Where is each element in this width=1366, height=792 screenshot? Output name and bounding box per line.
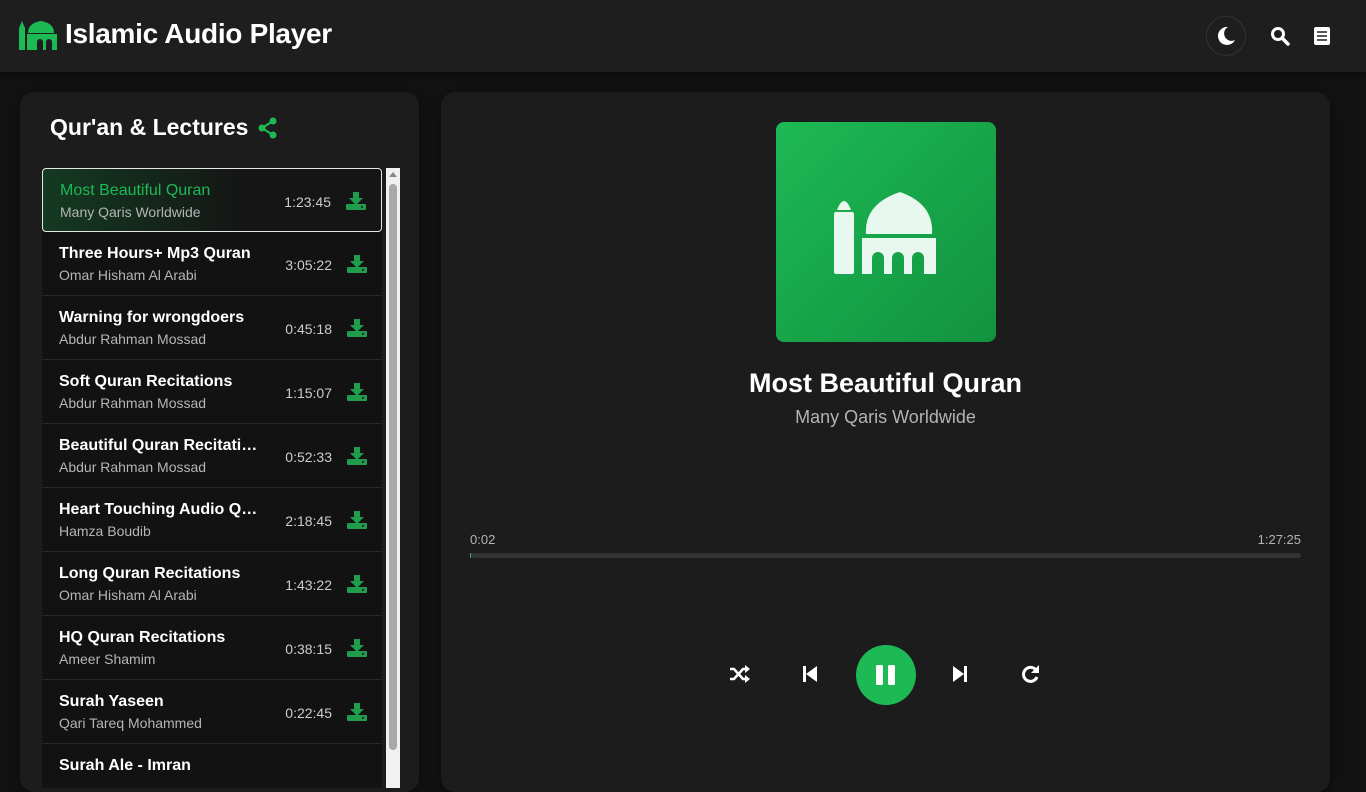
search-button[interactable] <box>1260 16 1300 56</box>
item-title: HQ Quran Recitations <box>59 629 226 646</box>
playlist-item[interactable]: Most Beautiful Quran Many Qaris Worldwid… <box>42 168 382 232</box>
item-duration: 0:22:45 <box>285 705 332 721</box>
redo-icon <box>1022 665 1039 683</box>
item-title: Heart Touching Audio Quran <box>59 501 264 518</box>
item-artist: Abdur Rahman Mossad <box>59 459 207 475</box>
item-artist: Ameer Shamim <box>59 651 156 667</box>
item-artist: Qari Tareq Mohammed <box>59 715 202 731</box>
download-icon[interactable] <box>347 447 367 465</box>
item-duration: 2:18:45 <box>285 513 332 529</box>
playlist-item[interactable]: Warning for wrongdoers Abdur Rahman Moss… <box>42 296 382 360</box>
playlist-item[interactable]: HQ Quran Recitations Ameer Shamim 0:38:1… <box>42 616 382 680</box>
playlist-header: Qur'an & Lectures <box>50 114 278 141</box>
download-icon[interactable] <box>347 255 367 273</box>
download-icon[interactable] <box>347 511 367 529</box>
item-duration: 1:23:45 <box>284 194 331 210</box>
download-icon[interactable] <box>347 575 367 593</box>
next-button[interactable] <box>940 654 980 694</box>
moon-icon <box>1217 26 1235 45</box>
pause-icon <box>876 665 895 685</box>
playlist-scrollbar[interactable] <box>386 168 400 788</box>
playlist-item[interactable]: Soft Quran Recitations Abdur Rahman Moss… <box>42 360 382 424</box>
mosque-icon <box>19 21 57 50</box>
album-art <box>776 122 996 342</box>
progress-bar[interactable] <box>470 553 1301 558</box>
share-icon[interactable] <box>258 117 278 139</box>
theme-toggle-button[interactable] <box>1206 16 1246 56</box>
playlist-list: Most Beautiful Quran Many Qaris Worldwid… <box>42 168 382 788</box>
download-icon[interactable] <box>347 383 367 401</box>
total-time: 1:27:25 <box>1257 532 1301 547</box>
current-time: 0:02 <box>470 532 496 547</box>
item-duration: 1:15:07 <box>285 385 332 401</box>
item-duration: 0:45:18 <box>285 321 332 337</box>
repeat-button[interactable] <box>1010 654 1050 694</box>
previous-button[interactable] <box>790 654 830 694</box>
item-title: Surah Yaseen <box>59 693 164 710</box>
app-title: Islamic Audio Player <box>65 18 332 49</box>
download-icon[interactable] <box>346 192 366 210</box>
item-duration: 3:05:22 <box>285 257 332 273</box>
item-title: Surah Ale - Imran <box>59 757 191 774</box>
search-icon <box>1271 27 1290 46</box>
playlist-menu-button[interactable] <box>1302 16 1342 56</box>
item-title: Warning for wrongdoers <box>59 309 245 326</box>
track-artist: Many Qaris Worldwide <box>795 407 976 427</box>
progress-fill <box>470 553 471 558</box>
item-duration: 0:52:33 <box>285 449 332 465</box>
item-title: Soft Quran Recitations <box>59 373 233 390</box>
shuffle-icon <box>730 665 750 683</box>
logo: Islamic Audio Player <box>19 18 332 50</box>
playlist-item[interactable]: Heart Touching Audio Quran Hamza Boudib … <box>42 488 382 552</box>
mosque-icon <box>834 192 936 274</box>
item-artist: Hamza Boudib <box>59 523 151 539</box>
playlist-item[interactable]: Surah Ale - Imran <box>42 744 382 788</box>
item-title: Three Hours+ Mp3 Quran <box>59 245 251 262</box>
item-artist: Omar Hisham Al Arabi <box>59 587 197 603</box>
item-title: Most Beautiful Quran <box>60 182 211 199</box>
player-panel: Most Beautiful Quran Many Qaris Worldwid… <box>441 92 1330 792</box>
playlist-title: Qur'an & Lectures <box>50 114 249 140</box>
shuffle-button[interactable] <box>720 654 760 694</box>
playlist-panel: Qur'an & Lectures Most Beautiful Quran M… <box>20 92 419 792</box>
app-header: Islamic Audio Player <box>0 0 1366 72</box>
playlist-item[interactable]: Three Hours+ Mp3 Quran Omar Hisham Al Ar… <box>42 232 382 296</box>
skip-forward-icon <box>953 666 967 682</box>
item-artist: Abdur Rahman Mossad <box>59 331 207 347</box>
item-title: Beautiful Quran Recitations <box>59 437 264 454</box>
playlist-item[interactable]: Surah Yaseen Qari Tareq Mohammed 0:22:45 <box>42 680 382 744</box>
download-icon[interactable] <box>347 319 367 337</box>
playlist-item[interactable]: Beautiful Quran Recitations Abdur Rahman… <box>42 424 382 488</box>
item-artist: Omar Hisham Al Arabi <box>59 267 197 283</box>
download-icon[interactable] <box>347 639 367 657</box>
skip-back-icon <box>803 666 817 682</box>
track-title: Most Beautiful Quran <box>748 368 1022 398</box>
item-title: Long Quran Recitations <box>59 565 241 582</box>
list-icon <box>1314 27 1330 45</box>
scrollbar-thumb[interactable] <box>389 184 397 750</box>
item-duration: 1:43:22 <box>285 577 332 593</box>
playlist-item[interactable]: Long Quran Recitations Omar Hisham Al Ar… <box>42 552 382 616</box>
item-duration: 0:38:15 <box>285 641 332 657</box>
scroll-up-arrow[interactable] <box>389 172 397 177</box>
download-icon[interactable] <box>347 703 367 721</box>
item-artist: Abdur Rahman Mossad <box>59 395 207 411</box>
play-pause-button[interactable] <box>856 645 916 705</box>
item-artist: Many Qaris Worldwide <box>60 204 201 220</box>
